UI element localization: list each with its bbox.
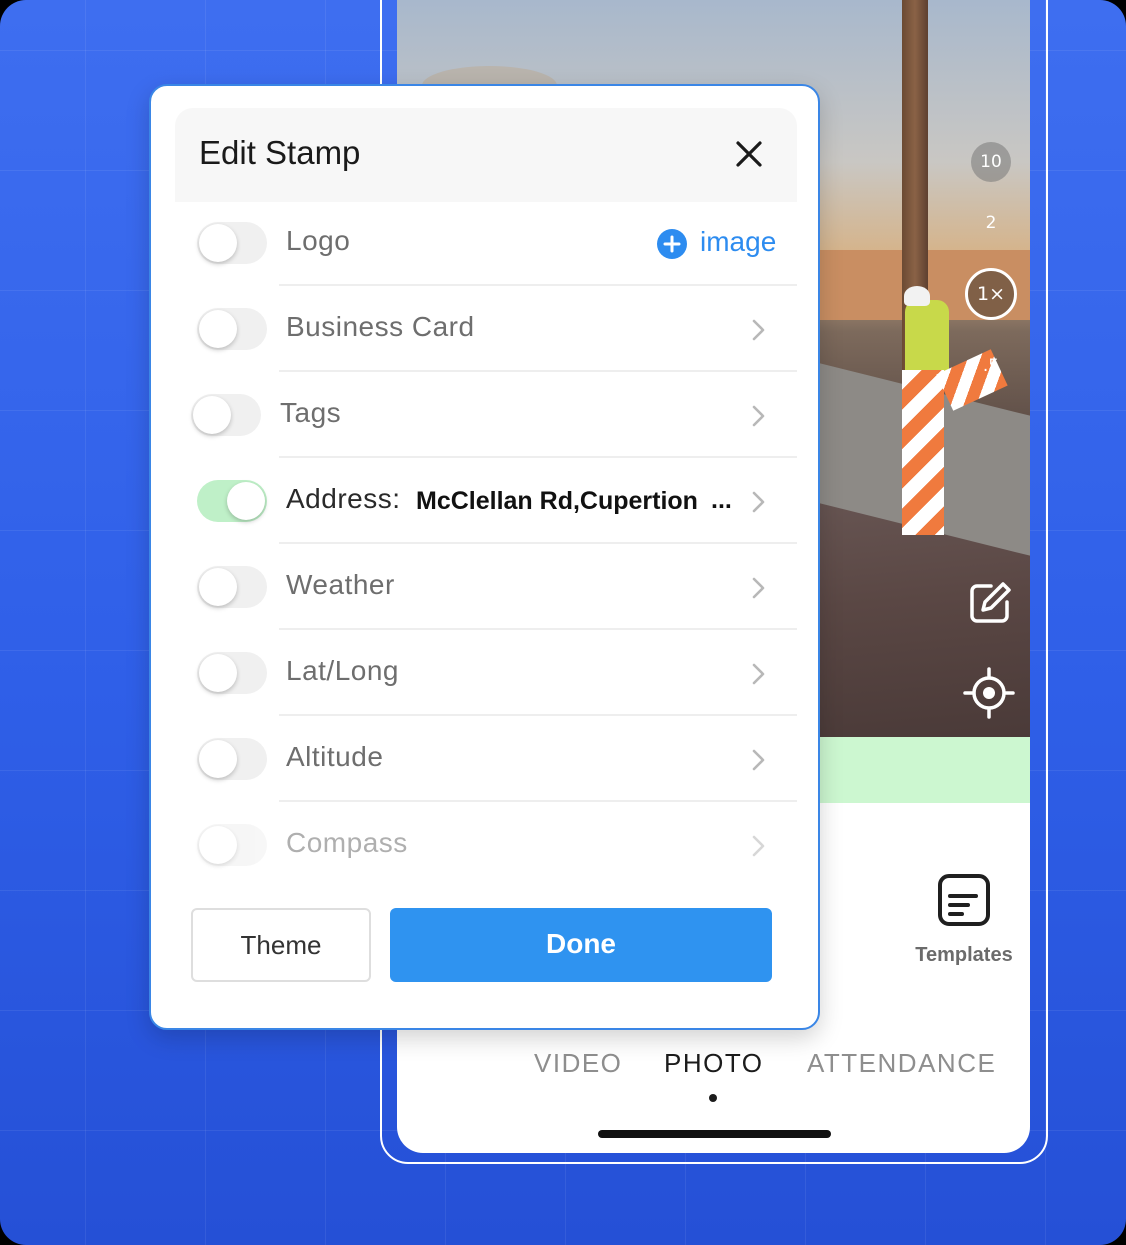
- row-lat-long[interactable]: Lat/Long: [151, 630, 822, 716]
- toggle-knob: [199, 224, 237, 262]
- tags-toggle[interactable]: [191, 394, 261, 436]
- toggle-knob: [193, 396, 231, 434]
- tab-attendance[interactable]: ATTENDANCE: [807, 1048, 996, 1079]
- scene-barricade: [902, 370, 944, 535]
- modal-title: Edit Stamp: [199, 134, 361, 171]
- row-label-address: Address:: [286, 483, 401, 514]
- mode-tabs: VIDEO PHOTO ATTENDANCE: [397, 1048, 1030, 1088]
- row-tags[interactable]: Tags: [151, 372, 822, 458]
- address-toggle[interactable]: [197, 480, 267, 522]
- address-ellipsis: ...: [711, 486, 732, 514]
- theme-button[interactable]: Theme: [191, 908, 371, 982]
- templates-button[interactable]: Templates: [902, 872, 1026, 967]
- backdrop: 10 2 1× .5 Templates VIDEO PHOTO ATTENDA…: [0, 0, 1126, 1245]
- close-icon[interactable]: [731, 136, 767, 172]
- toggle-knob: [199, 826, 237, 864]
- scene-helmet: [904, 286, 930, 306]
- zoom-10-button[interactable]: 10: [971, 142, 1011, 182]
- row-altitude[interactable]: Altitude: [151, 716, 822, 802]
- modal-header: Edit Stamp: [175, 108, 797, 202]
- row-label-tags: Tags: [280, 397, 342, 428]
- crosshair-icon[interactable]: [963, 667, 1015, 719]
- chevron-right-icon: [752, 491, 765, 513]
- row-label-compass: Compass: [286, 827, 408, 858]
- templates-label: Templates: [915, 944, 1013, 966]
- plus-circle-icon: [657, 229, 687, 259]
- chevron-right-icon: [752, 749, 765, 771]
- edit-icon[interactable]: [967, 580, 1013, 626]
- active-mode-indicator: [709, 1094, 717, 1102]
- chevron-right-icon: [752, 663, 765, 685]
- row-label-logo: Logo: [286, 225, 351, 256]
- done-button[interactable]: Done: [390, 908, 772, 982]
- weather-toggle[interactable]: [197, 566, 267, 608]
- toggle-knob: [199, 310, 237, 348]
- toggle-knob: [227, 482, 265, 520]
- row-business-card[interactable]: Business Card: [151, 286, 822, 372]
- row-label-business-card: Business Card: [286, 311, 475, 342]
- row-address[interactable]: Address: McClellan Rd,Cupertion ...: [151, 458, 822, 544]
- row-weather[interactable]: Weather: [151, 544, 822, 630]
- home-indicator[interactable]: [598, 1130, 831, 1138]
- compass-toggle[interactable]: [197, 824, 267, 866]
- row-label-altitude: Altitude: [286, 741, 384, 772]
- zoom-1x-button[interactable]: 1×: [965, 268, 1017, 320]
- tab-photo[interactable]: PHOTO: [664, 1048, 763, 1079]
- edit-stamp-modal: Edit Stamp Logo image Business Card Tags…: [149, 84, 820, 1030]
- chevron-right-icon: [752, 405, 765, 427]
- toggle-knob: [199, 654, 237, 692]
- row-logo: Logo image: [151, 200, 822, 286]
- zoom-2-button[interactable]: 2: [971, 212, 1011, 234]
- scene-worker: [905, 300, 949, 380]
- address-value: McClellan Rd,Cupertion: [416, 487, 698, 515]
- toggle-knob: [199, 568, 237, 606]
- chevron-right-icon: [752, 319, 765, 341]
- row-compass[interactable]: Compass: [151, 802, 822, 888]
- templates-icon: [938, 874, 990, 926]
- business-card-toggle[interactable]: [197, 308, 267, 350]
- logo-toggle[interactable]: [197, 222, 267, 264]
- add-image-label: image: [700, 226, 777, 257]
- altitude-toggle[interactable]: [197, 738, 267, 780]
- zoom-0-5-button[interactable]: .5: [971, 355, 1011, 377]
- chevron-right-icon: [752, 577, 765, 599]
- row-label-weather: Weather: [286, 569, 395, 600]
- lat-long-toggle[interactable]: [197, 652, 267, 694]
- toggle-knob: [199, 740, 237, 778]
- row-label-lat-long: Lat/Long: [286, 655, 399, 686]
- chevron-right-icon: [752, 835, 765, 857]
- tab-video[interactable]: VIDEO: [534, 1048, 622, 1079]
